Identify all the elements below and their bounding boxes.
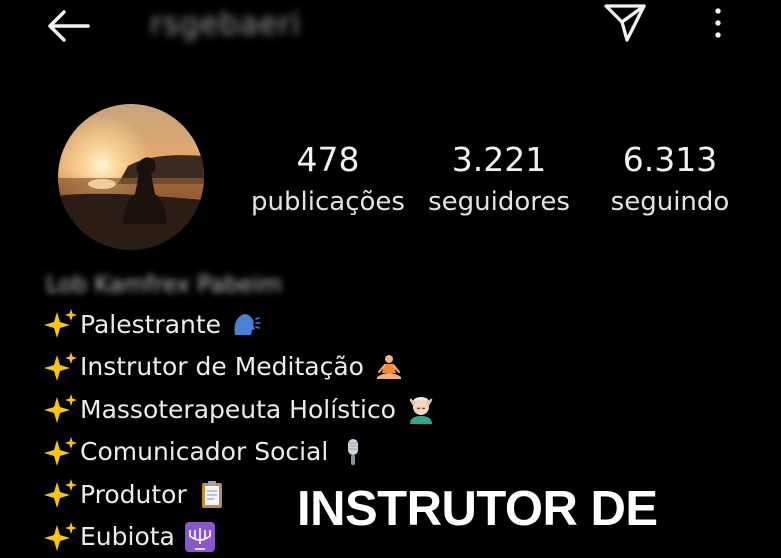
meditating-person-icon	[374, 352, 404, 382]
posts-label: publicações	[233, 182, 423, 222]
back-button[interactable]	[42, 6, 94, 46]
clipboard-icon	[197, 479, 227, 509]
stat-followers[interactable]: 3.221 seguidores	[404, 138, 594, 222]
speaking-head-icon	[231, 309, 261, 339]
profile-username: rsgebaeri	[150, 8, 320, 42]
bio-line: Comunicador Social	[44, 431, 504, 474]
sparkles-icon	[44, 308, 78, 340]
menorah-icon	[185, 522, 215, 552]
bio-line-text: Produtor	[80, 480, 187, 509]
bio-line-text: Comunicador Social	[80, 437, 328, 466]
followers-label: seguidores	[404, 182, 594, 222]
bio-line-text: Instrutor de Meditação	[80, 352, 364, 381]
following-label: seguindo	[575, 182, 765, 222]
microphone-icon	[338, 437, 368, 467]
top-bar: rsgebaeri	[0, 0, 781, 56]
sparkles-icon	[44, 478, 78, 510]
paper-plane-icon	[600, 0, 650, 44]
bio-line-text: Massoterapeuta Holístico	[80, 395, 396, 424]
video-caption-overlay: INSTRUTOR DE	[297, 478, 677, 540]
send-message-button[interactable]	[600, 0, 650, 44]
bio-line: Massoterapeuta Holístico	[44, 388, 504, 431]
options-button[interactable]	[706, 4, 730, 44]
back-arrow-icon	[42, 6, 94, 46]
bio-line: Palestrante	[44, 303, 504, 346]
sparkles-icon	[44, 521, 78, 553]
sparkles-icon	[44, 393, 78, 425]
sparkles-icon	[44, 351, 78, 383]
stat-following[interactable]: 6.313 seguindo	[575, 138, 765, 222]
profile-stats: 478 publicações 3.221 seguidores 6.313 s…	[0, 138, 781, 228]
sparkles-icon	[44, 436, 78, 468]
profile-full-name: Lob Kamfrex Pabeim	[46, 270, 336, 300]
face-massage-icon	[406, 394, 436, 424]
following-count: 6.313	[575, 138, 765, 182]
posts-count: 478	[233, 138, 423, 182]
followers-count: 3.221	[404, 138, 594, 182]
bio-line-text: Palestrante	[80, 310, 221, 339]
bio-line: Instrutor de Meditação	[44, 346, 504, 389]
stat-posts[interactable]: 478 publicações	[233, 138, 423, 222]
more-vertical-icon	[706, 4, 730, 44]
bio-line-text: Eubiota	[80, 522, 175, 551]
